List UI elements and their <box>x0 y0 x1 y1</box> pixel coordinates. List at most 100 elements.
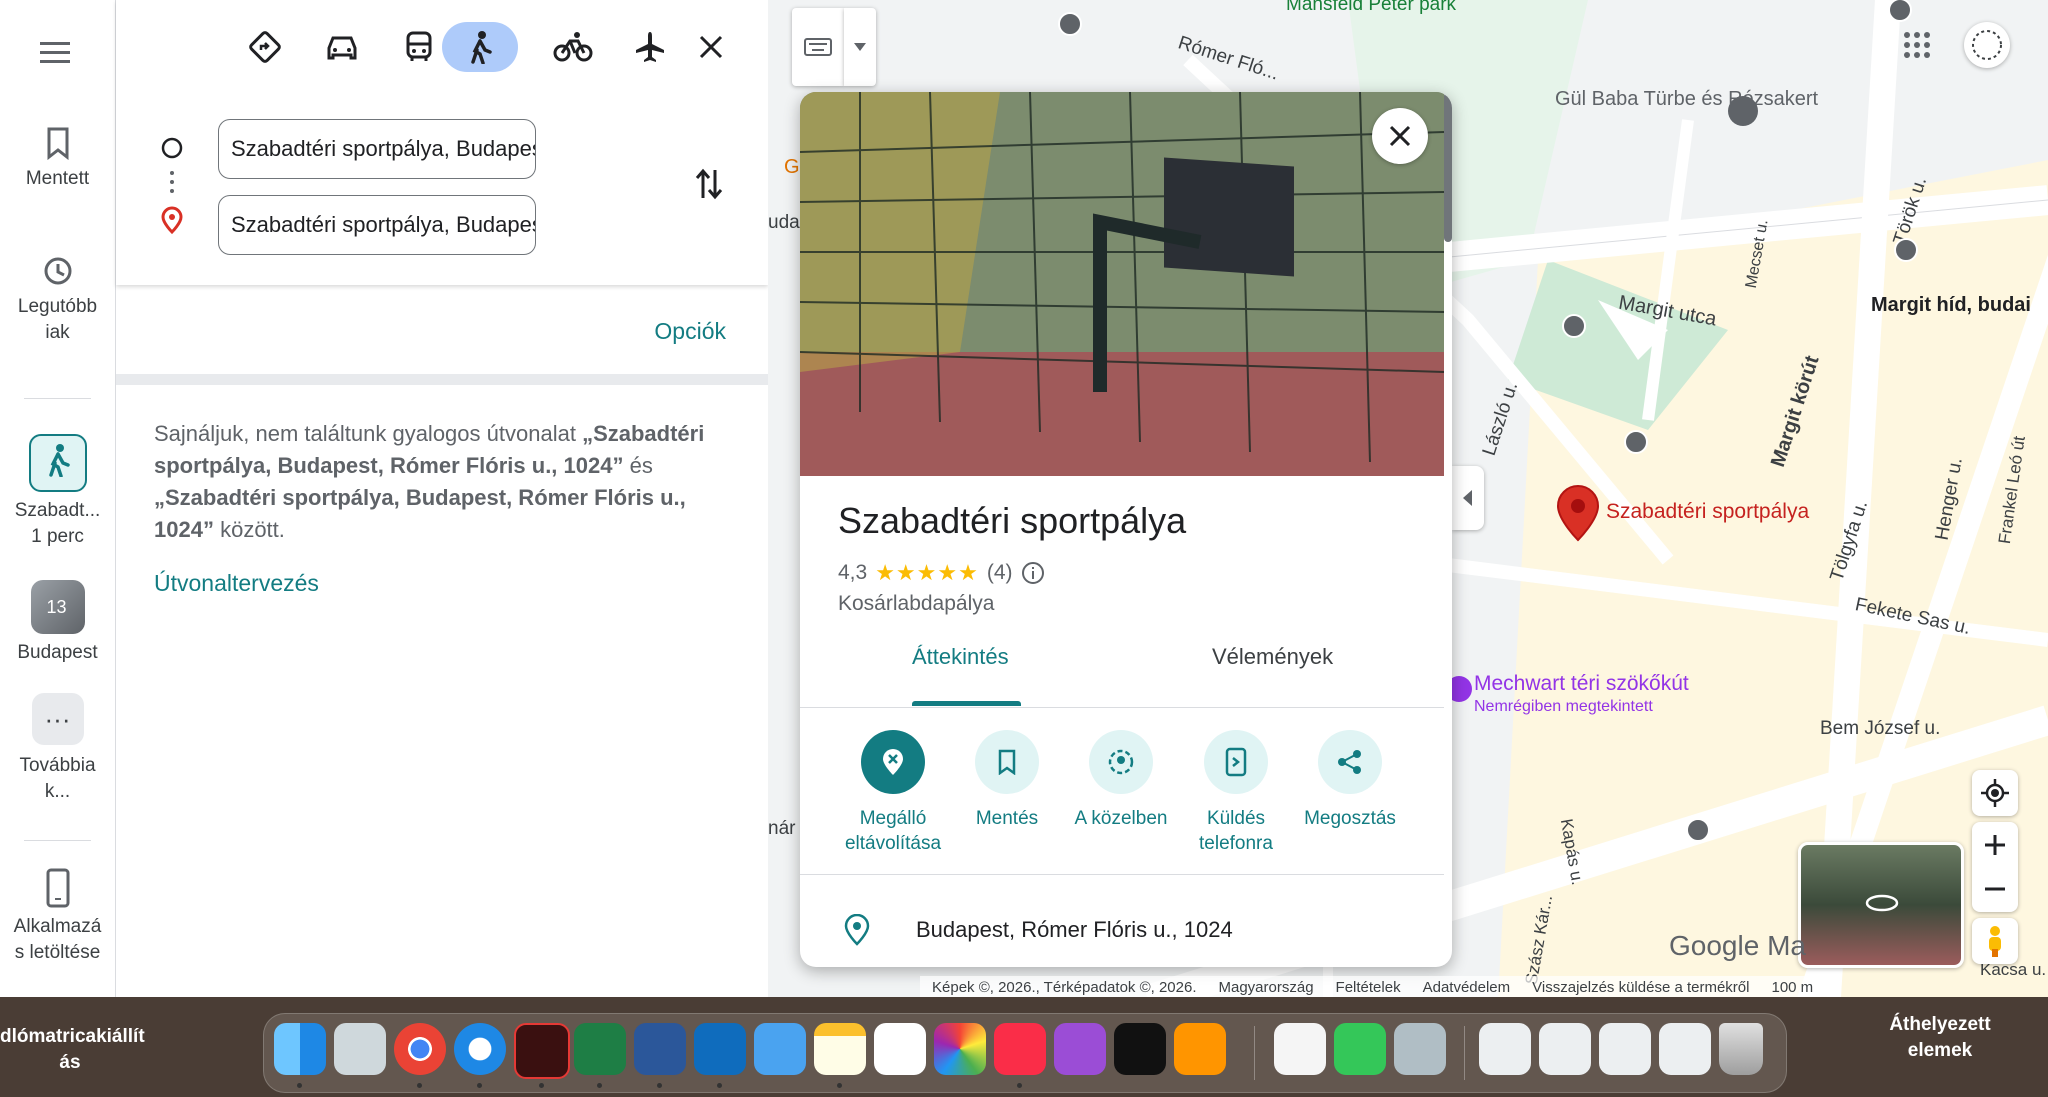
podcasts-icon[interactable] <box>1054 1023 1106 1075</box>
map-label-margit-hid: Margit híd, budai <box>1871 294 2031 316</box>
map-label-mechwart[interactable]: Mechwart téri szökőkút <box>1474 672 1689 696</box>
textedit-icon[interactable] <box>1274 1023 1326 1075</box>
apps-grid-icon[interactable] <box>1902 30 1932 65</box>
rail-saved-label: Mentett <box>25 168 90 189</box>
preview-icon[interactable] <box>1394 1023 1446 1075</box>
rail-trip[interactable]: Szabadt... 1 perc <box>0 434 115 550</box>
zoom-out-button[interactable] <box>1984 867 2006 911</box>
desktop-item-left[interactable]: dlómatricakiállít ás <box>0 1024 145 1076</box>
tab-reviews[interactable]: Vélemények <box>1212 644 1333 670</box>
transit-stop-icon[interactable] <box>1562 314 1586 338</box>
mode-car[interactable] <box>307 22 377 72</box>
books-icon[interactable] <box>1174 1023 1226 1075</box>
mail-icon[interactable] <box>754 1023 806 1075</box>
swap-button[interactable] <box>694 166 724 207</box>
close-directions-button[interactable] <box>676 22 746 72</box>
transit-stop-icon[interactable] <box>1058 12 1082 36</box>
place-photo[interactable] <box>800 92 1444 476</box>
recent-document-icon[interactable] <box>1599 1023 1651 1075</box>
place-title: Szabadtéri sportpálya <box>838 500 1187 541</box>
collapse-panel-button[interactable] <box>1452 466 1484 530</box>
rail-recent[interactable]: Legutóbb iak <box>0 254 115 346</box>
facetime-icon[interactable] <box>1334 1023 1386 1075</box>
footer-country[interactable]: Magyarország <box>1219 979 1314 996</box>
tab-overview[interactable]: Áttekintés <box>912 644 1009 670</box>
map-label-place[interactable]: Szabadtéri sportpálya <box>1606 500 1809 524</box>
outlook-icon[interactable] <box>694 1023 746 1075</box>
word-icon[interactable] <box>634 1023 686 1075</box>
rail-budapest[interactable]: 13 Budapest <box>0 580 115 666</box>
card-divider <box>800 874 1444 875</box>
rail-more-label: Továbbia k... <box>19 755 96 802</box>
info-icon[interactable] <box>1021 561 1045 585</box>
launchpad-icon[interactable] <box>334 1023 386 1075</box>
place-pin[interactable] <box>1556 484 1600 547</box>
menu-icon[interactable] <box>40 40 74 69</box>
remove-stop-button[interactable]: Megálló eltávolítása <box>837 730 949 856</box>
crosshair-icon <box>1981 779 2009 807</box>
my-location-button[interactable] <box>1972 770 2018 816</box>
budapest-badge: 13 <box>46 597 67 617</box>
map-footer: Képek ©, 2026., Térképadatok ©, 2026. Ma… <box>920 976 1826 998</box>
save-button[interactable]: Mentés <box>951 730 1063 831</box>
share-button[interactable]: Megosztás <box>1294 730 1406 831</box>
mode-flight[interactable] <box>615 22 685 72</box>
photos-icon[interactable] <box>934 1023 986 1075</box>
rail-more[interactable]: ··· Továbbia k... <box>0 693 115 805</box>
safari-icon[interactable] <box>454 1023 506 1075</box>
recent-document-icon[interactable] <box>1659 1023 1711 1075</box>
keyboard-dropdown[interactable] <box>844 8 876 86</box>
trash-icon[interactable] <box>1719 1023 1763 1075</box>
close-card-button[interactable] <box>1372 108 1428 164</box>
reminders-icon[interactable] <box>874 1023 926 1075</box>
rail-download[interactable]: Alkalmazá s letöltése <box>0 868 115 966</box>
remove-stop-icon <box>861 730 925 794</box>
mode-walk[interactable] <box>442 22 518 72</box>
place-category[interactable]: Kosárlabdapálya <box>838 592 994 616</box>
footer-terms[interactable]: Feltételek <box>1336 979 1401 996</box>
acrobat-icon[interactable] <box>514 1023 570 1079</box>
footer-feedback[interactable]: Visszajelzés küldése a termékről <box>1532 979 1749 996</box>
nearby-button[interactable]: A közelben <box>1065 730 1177 831</box>
finder-icon[interactable] <box>274 1023 326 1075</box>
account-avatar[interactable] <box>1964 22 2010 68</box>
bookmark-icon <box>47 127 68 160</box>
directions-panel: Szabadtéri sportpálya, Budapest, Rómer S… <box>116 0 768 997</box>
recent-document-icon[interactable] <box>1539 1023 1591 1075</box>
route-planning-link[interactable]: Útvonaltervezés <box>154 570 319 597</box>
msg-prefix: Sajnáljuk, nem találtunk gyalogos útvona… <box>154 421 576 446</box>
street-view-thumbnail[interactable] <box>1798 842 1964 968</box>
options-button[interactable]: Opciók <box>654 318 726 345</box>
origin-input[interactable]: Szabadtéri sportpálya, Budapest, Rómer <box>218 119 536 179</box>
footer-privacy[interactable]: Adatvédelem <box>1423 979 1511 996</box>
notes-icon[interactable] <box>814 1023 866 1075</box>
swap-icon <box>695 168 723 200</box>
running-indicator <box>477 1083 482 1088</box>
zoom-in-button[interactable] <box>1984 823 2006 867</box>
share-label: Megosztás <box>1304 808 1396 829</box>
review-count[interactable]: (4) <box>987 561 1013 585</box>
card-scrollbar[interactable] <box>1444 92 1452 242</box>
place-address[interactable]: Budapest, Rómer Flóris u., 1024 <box>916 917 1233 943</box>
footer-scale[interactable]: 100 m <box>1771 979 1813 996</box>
rail-saved[interactable]: Mentett <box>0 126 115 192</box>
tab-divider <box>800 707 1444 708</box>
transit-stop-icon[interactable] <box>1624 430 1648 454</box>
mode-bike[interactable] <box>538 22 608 72</box>
transit-stop-icon[interactable] <box>1894 238 1918 262</box>
keyboard-button[interactable] <box>792 8 844 86</box>
chevron-left-icon <box>1463 490 1472 506</box>
nearby-label: A közelben <box>1074 808 1168 829</box>
excel-icon[interactable] <box>574 1023 626 1075</box>
map-pin-icon <box>1556 485 1600 542</box>
apple-tv-icon[interactable] <box>1114 1023 1166 1075</box>
mode-best[interactable] <box>230 22 300 72</box>
destination-input[interactable]: Szabadtéri sportpálya, Budapest, Rómer <box>218 195 536 255</box>
transit-stop-icon[interactable] <box>1686 818 1710 842</box>
chrome-icon[interactable] <box>394 1023 446 1075</box>
send-to-phone-button[interactable]: Küldés telefonra <box>1180 730 1292 856</box>
recent-document-icon[interactable] <box>1479 1023 1531 1075</box>
pegman-button[interactable] <box>1972 918 2018 964</box>
desktop-item-right[interactable]: Áthelyezett elemek <box>1870 1012 2010 1064</box>
music-icon[interactable] <box>994 1023 1046 1075</box>
